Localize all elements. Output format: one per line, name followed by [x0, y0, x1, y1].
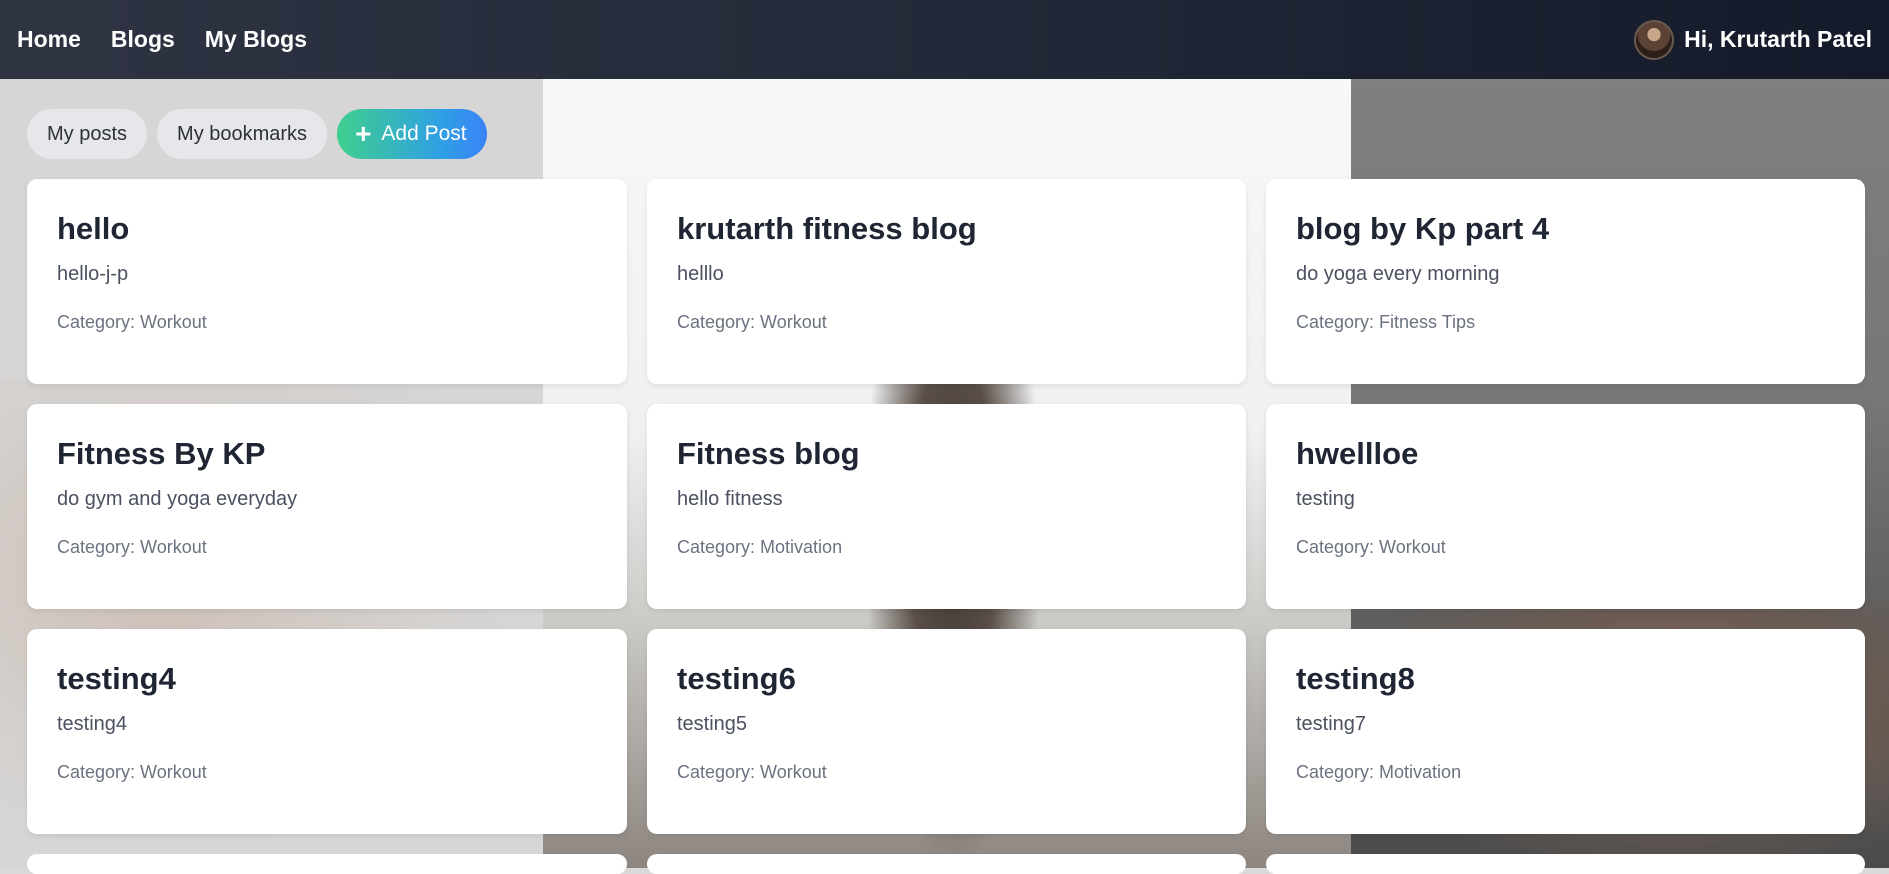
post-card[interactable]: testing4 testing4 Category: Workout: [27, 629, 627, 834]
post-card-partial[interactable]: [27, 854, 627, 874]
post-category: Category: Workout: [57, 762, 207, 782]
post-title: testing4: [57, 661, 176, 696]
post-card[interactable]: krutarth fitness blog helllo Category: W…: [647, 179, 1246, 384]
post-title: testing8: [1296, 661, 1415, 696]
post-description: do gym and yoga everyday: [57, 488, 298, 510]
post-title: Fitness By KP: [57, 436, 266, 471]
plus-icon: +: [355, 118, 372, 149]
post-title: hwellloe: [1296, 436, 1419, 471]
post-category: Category: Workout: [677, 762, 827, 782]
post-description: testing: [1296, 488, 1355, 510]
post-grid: hello hello-j-p Category: Workout krutar…: [27, 179, 1865, 874]
post-description: hello fitness: [677, 488, 783, 510]
user-greeting: Hi, Krutarth Patel: [1684, 26, 1872, 52]
post-card[interactable]: testing6 testing5 Category: Workout: [647, 629, 1246, 834]
post-category: Category: Workout: [57, 537, 207, 557]
post-title: hello: [57, 211, 130, 246]
post-category: Category: Fitness Tips: [1296, 312, 1476, 332]
post-title: testing6: [677, 661, 796, 696]
post-card[interactable]: Fitness By KP do gym and yoga everyday C…: [27, 404, 627, 609]
post-title: krutarth fitness blog: [677, 211, 977, 246]
post-toolbar: My posts My bookmarks + Add Post: [27, 109, 487, 159]
post-card[interactable]: testing8 testing7 Category: Motivation: [1266, 629, 1865, 834]
post-title: blog by Kp part 4: [1296, 211, 1550, 246]
add-post-button[interactable]: + Add Post: [337, 109, 487, 159]
nav-blogs-link[interactable]: Blogs: [111, 26, 175, 53]
user-menu[interactable]: Hi, Krutarth Patel: [1634, 19, 1872, 60]
post-description: testing5: [677, 713, 748, 735]
post-category: Category: Workout: [677, 312, 827, 332]
add-post-label: Add Post: [381, 122, 467, 145]
top-navbar: Home Blogs My Blogs Hi, Krutarth Patel: [0, 0, 1889, 79]
post-description: hello-j-p: [57, 263, 129, 285]
post-description: testing7: [1296, 713, 1367, 735]
post-card[interactable]: blog by Kp part 4 do yoga every morning …: [1266, 179, 1865, 384]
avatar[interactable]: [1634, 19, 1675, 60]
nav-home-link[interactable]: Home: [17, 26, 81, 53]
post-category: Category: Workout: [1296, 537, 1446, 557]
my-posts-button[interactable]: My posts: [27, 109, 148, 159]
post-category: Category: Motivation: [677, 537, 843, 557]
post-description: helllo: [677, 263, 724, 285]
post-card-partial[interactable]: [647, 854, 1246, 874]
post-card-partial[interactable]: [1266, 854, 1865, 874]
nav-my-blogs-link[interactable]: My Blogs: [205, 26, 307, 53]
my-bookmarks-button[interactable]: My bookmarks: [157, 109, 328, 159]
post-card[interactable]: hello hello-j-p Category: Workout: [27, 179, 627, 384]
post-category: Category: Workout: [57, 312, 207, 332]
post-category: Category: Motivation: [1296, 762, 1462, 782]
post-card[interactable]: hwellloe testing Category: Workout: [1266, 404, 1865, 609]
post-title: Fitness blog: [677, 436, 860, 471]
post-card[interactable]: Fitness blog hello fitness Category: Mot…: [647, 404, 1246, 609]
post-description: testing4: [57, 713, 128, 735]
post-description: do yoga every morning: [1296, 263, 1500, 285]
